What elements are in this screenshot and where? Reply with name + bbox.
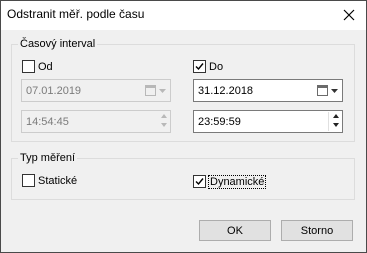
from-time-input[interactable]: 14:54:45 bbox=[21, 110, 171, 133]
spin-down-button[interactable] bbox=[329, 121, 341, 130]
from-checkbox-box[interactable] bbox=[22, 60, 35, 73]
to-date-value: 31.12.2018 bbox=[198, 85, 254, 97]
to-time-input[interactable]: 23:59:59 bbox=[193, 110, 343, 133]
close-button[interactable] bbox=[332, 1, 366, 30]
close-icon bbox=[343, 9, 355, 21]
arrow-up-icon bbox=[333, 114, 339, 118]
arrow-down-icon bbox=[333, 123, 339, 127]
spin-down-button[interactable] bbox=[157, 121, 169, 130]
arrow-down-icon bbox=[161, 123, 167, 127]
chevron-down-icon[interactable] bbox=[159, 89, 166, 93]
dynamic-checkbox-label: Dynamické bbox=[207, 174, 267, 189]
static-checkbox-box[interactable] bbox=[22, 174, 35, 187]
static-checkbox[interactable]: Statické bbox=[22, 174, 77, 187]
checkmark-icon bbox=[195, 63, 204, 71]
to-date-picker[interactable]: 31.12.2018 bbox=[193, 79, 343, 102]
dynamic-checkbox-box[interactable] bbox=[193, 175, 206, 188]
from-checkbox[interactable]: Od bbox=[22, 60, 53, 73]
arrow-up-icon bbox=[161, 114, 167, 118]
to-time-spinner[interactable] bbox=[328, 112, 341, 131]
window-title: Odstranit měř. podle času bbox=[7, 7, 145, 21]
from-date-picker[interactable]: 07.01.2019 bbox=[21, 79, 171, 102]
to-checkbox-label: Do bbox=[209, 60, 224, 73]
cancel-button[interactable]: Storno bbox=[281, 220, 353, 241]
from-time-spinner[interactable] bbox=[157, 112, 169, 131]
from-time-value: 14:54:45 bbox=[26, 116, 69, 128]
chevron-down-icon[interactable] bbox=[331, 89, 338, 93]
from-date-value: 07.01.2019 bbox=[26, 85, 82, 97]
static-checkbox-label: Statické bbox=[38, 174, 78, 187]
to-time-value: 23:59:59 bbox=[198, 116, 241, 128]
calendar-icon[interactable] bbox=[145, 85, 156, 96]
dynamic-checkbox[interactable]: Dynamické bbox=[193, 174, 267, 189]
spin-up-button[interactable] bbox=[329, 112, 341, 121]
calendar-icon[interactable] bbox=[317, 85, 328, 96]
to-checkbox[interactable]: Do bbox=[193, 60, 223, 73]
time-interval-label: Časový interval bbox=[18, 38, 98, 50]
from-checkbox-label: Od bbox=[38, 60, 53, 73]
checkmark-icon bbox=[195, 178, 204, 186]
title-bar: Odstranit měř. podle času bbox=[1, 1, 366, 30]
dialog-window: Odstranit měř. podle času Časový interva… bbox=[0, 0, 367, 253]
spin-up-button[interactable] bbox=[157, 112, 169, 121]
measurement-type-label: Typ měření bbox=[18, 152, 78, 164]
ok-button[interactable]: OK bbox=[199, 220, 271, 241]
to-checkbox-box[interactable] bbox=[193, 60, 206, 73]
